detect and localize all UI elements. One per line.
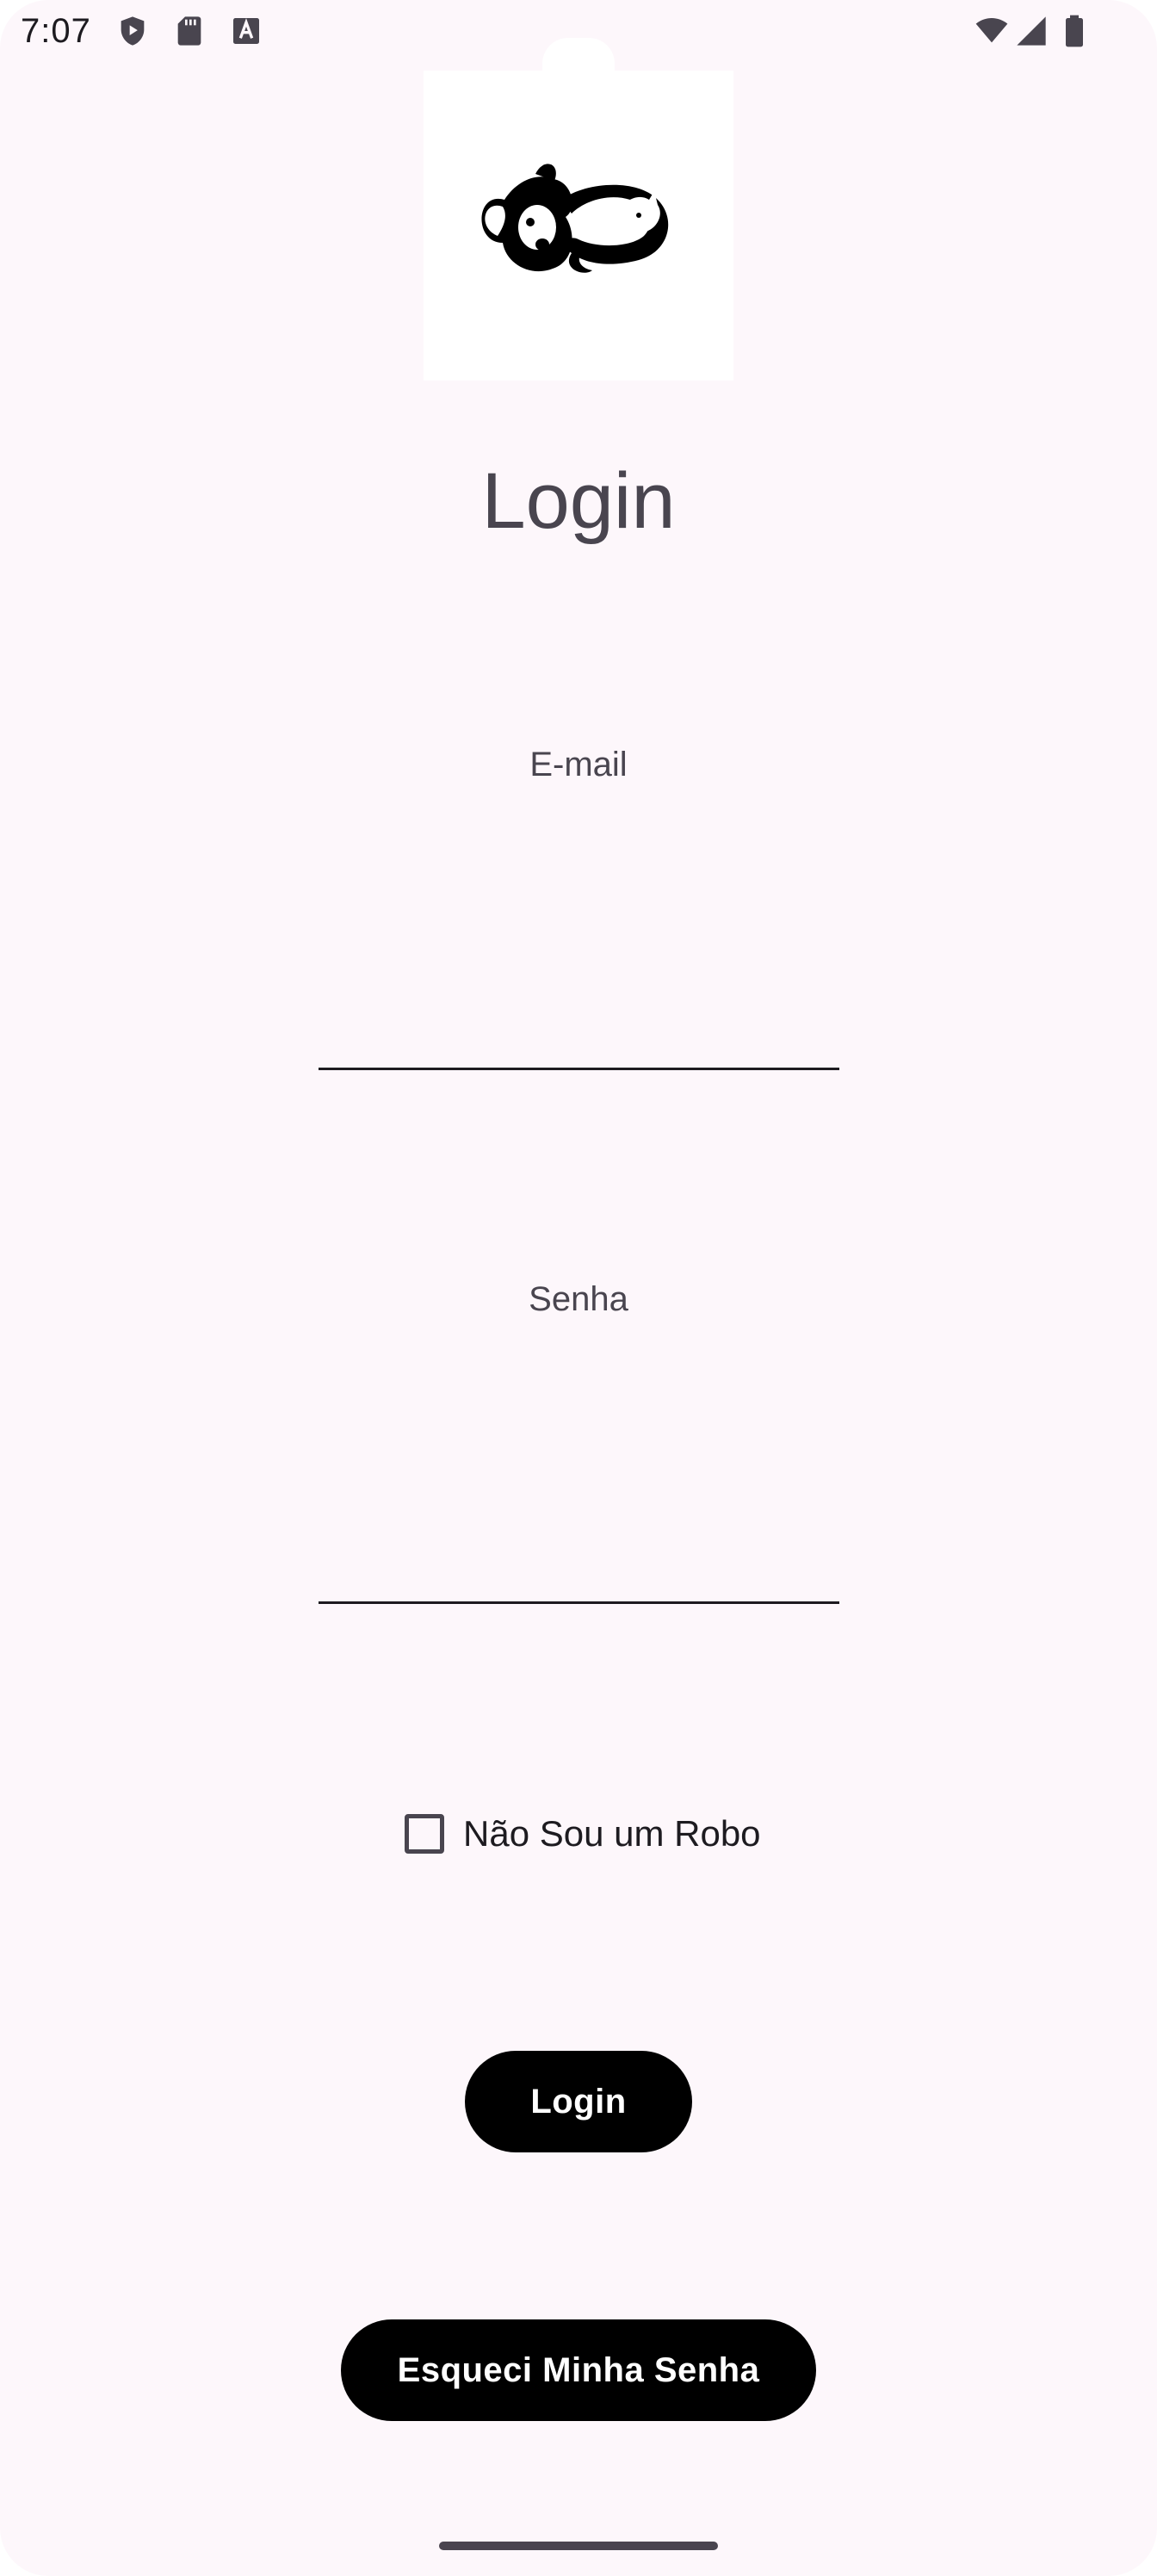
shield-play-icon [121,16,145,46]
battery-icon [1066,15,1083,47]
password-label: Senha [529,1280,628,1318]
status-time: 7:07 [21,12,91,50]
page-title: Login [481,457,676,545]
wifi-icon [975,18,1008,43]
login-button[interactable]: Login [465,2051,692,2152]
robot-checkbox[interactable] [405,1814,444,1854]
dog-cat-logo-icon [481,164,669,273]
signal-icon [1017,16,1046,46]
sd-card-icon [177,16,201,46]
logo-card [424,71,733,381]
password-field[interactable] [319,1449,839,1604]
email-field[interactable] [319,915,839,1070]
text-a-icon [233,18,259,44]
forgot-password-button[interactable]: Esqueci Minha Senha [341,2319,816,2421]
robot-checkbox-row[interactable]: Não Sou um Robo [398,1803,761,1865]
robot-checkbox-label[interactable]: Não Sou um Robo [463,1813,761,1855]
home-indicator[interactable] [439,2542,718,2550]
email-label: E-mail [529,746,628,783]
login-screen: 7:07 Login E-mail Senha Não Sou um Robo … [0,0,1157,2576]
